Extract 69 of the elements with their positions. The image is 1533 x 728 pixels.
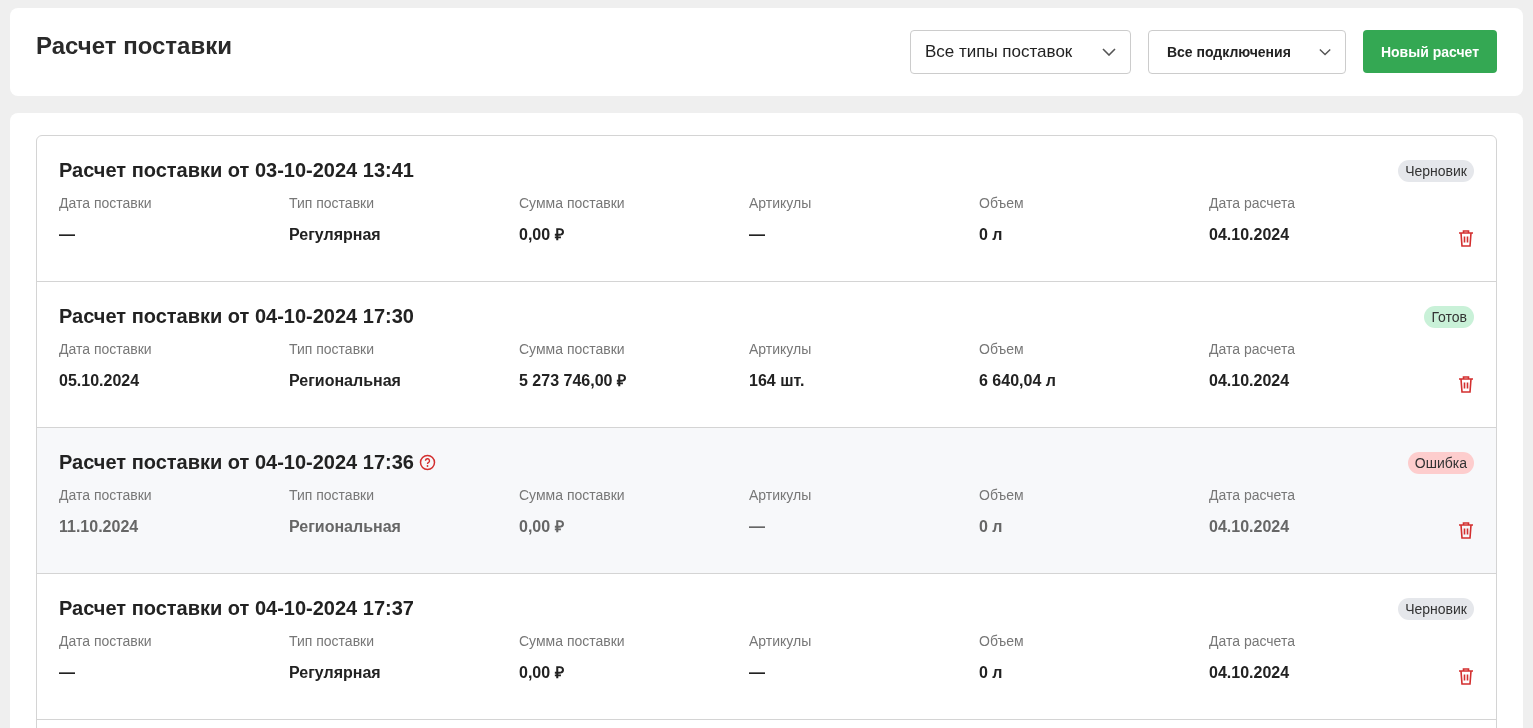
field-label: Дата расчета <box>1209 340 1296 358</box>
field-label: Объем <box>979 340 1025 358</box>
field-value: Регулярная <box>289 663 382 683</box>
field-label: Объем <box>979 486 1025 504</box>
field-value: 05.10.2024 <box>59 371 141 391</box>
field-value: 04.10.2024 <box>1209 517 1291 537</box>
calculation-card[interactable]: Расчет поставки от 04-10-2024 17:37 Черновик Дата поставки — Тип поставки Регулярная Сумма поставки 0,00 ₽ Артикулы — Объем 0 л Дата расчета 04.10.2024 <box>37 574 1496 720</box>
trash-icon[interactable] <box>1458 375 1474 393</box>
field-value: 0,00 ₽ <box>519 663 565 683</box>
field-value: 0 л <box>979 663 1004 683</box>
field-label: Артикулы <box>749 486 813 504</box>
field-value: Региональная <box>289 371 402 391</box>
trash-icon[interactable] <box>1458 521 1474 539</box>
field-value: 0,00 ₽ <box>519 517 565 537</box>
field-label: Дата поставки <box>59 340 153 358</box>
status-badge: Черновик <box>1398 597 1474 620</box>
field-value: 0 л <box>979 225 1004 245</box>
field-value: 0,00 ₽ <box>519 225 565 245</box>
filter-dropdown[interactable]: Все подключения <box>1147 30 1346 74</box>
page-title: Расчет поставки <box>36 32 232 60</box>
field-label: Дата поставки <box>59 486 153 504</box>
field-label: Тип поставки <box>289 194 376 212</box>
field-label: Объем <box>979 194 1025 212</box>
field-label: Тип поставки <box>289 486 376 504</box>
field-value: 11.10.2024 <box>59 517 140 537</box>
field-value: 04.10.2024 <box>1209 225 1291 245</box>
calculation-card[interactable]: Расчет поставки от 04-10-2024 17:36 Ошибка Дата поставки 11.10.2024 Тип поставки Региональная Сумма поставки 0,00 ₽ Артикулы — Объем 0 л Дата расчета 04.10.2024 <box>37 428 1496 574</box>
field-label: Дата расчета <box>1209 486 1296 504</box>
field-label: Тип поставки <box>289 340 376 358</box>
field-label: Дата поставки <box>59 194 153 212</box>
field-value: — <box>749 225 766 245</box>
calculation-card[interactable]: Расчет поставки от 03-10-2024 13:41 Черновик Дата поставки — Тип поставки Регулярная Сумма поставки 0,00 ₽ Артикулы — Объем 0 л Дата расчета 04.10.2024 <box>37 136 1496 282</box>
calculation-title: Расчет поставки от 04-10-2024 17:37 <box>59 597 414 620</box>
field-value: — <box>749 517 766 537</box>
field-value: 5 273 746,00 ₽ <box>519 371 627 391</box>
help-icon[interactable] <box>418 454 436 471</box>
trash-icon[interactable] <box>1458 667 1474 685</box>
chevron-down-icon <box>1318 48 1331 56</box>
field-value: Регулярная <box>289 225 382 245</box>
filter-dropdown[interactable]: Все типы поставок <box>909 30 1131 74</box>
status-badge: Ошибка <box>1407 451 1474 474</box>
field-label: Сумма поставки <box>519 486 626 504</box>
field-value: 04.10.2024 <box>1209 371 1291 391</box>
calculation-title: Расчет поставки от 04-10-2024 17:36 <box>59 451 414 474</box>
field-label: Сумма поставки <box>519 340 626 358</box>
field-label: Сумма поставки <box>519 194 626 212</box>
field-value: 04.10.2024 <box>1209 663 1291 683</box>
field-label: Тип поставки <box>289 632 376 650</box>
field-label: Дата поставки <box>59 632 153 650</box>
field-value: Региональная <box>289 517 402 537</box>
field-label: Сумма поставки <box>519 632 626 650</box>
field-label: Дата расчета <box>1209 194 1296 212</box>
field-value: 164 шт. <box>749 371 806 391</box>
field-value: — <box>59 663 76 683</box>
field-value: — <box>749 663 766 683</box>
trash-icon[interactable] <box>1458 229 1474 247</box>
calculation-title: Расчет поставки от 03-10-2024 13:41 <box>59 159 414 182</box>
field-label: Дата расчета <box>1209 632 1296 650</box>
field-value: 0 л <box>979 517 1004 537</box>
field-value: 6 640,04 л <box>979 371 1057 391</box>
status-badge: Готов <box>1424 305 1474 328</box>
chevron-down-icon <box>1101 48 1116 56</box>
field-value: — <box>59 225 76 245</box>
field-label: Артикулы <box>749 632 813 650</box>
field-label: Артикулы <box>749 340 813 358</box>
calculation-title: Расчет поставки от 04-10-2024 17:30 <box>59 305 414 328</box>
field-label: Артикулы <box>749 194 813 212</box>
status-badge: Черновик <box>1398 159 1474 182</box>
field-label: Объем <box>979 632 1025 650</box>
